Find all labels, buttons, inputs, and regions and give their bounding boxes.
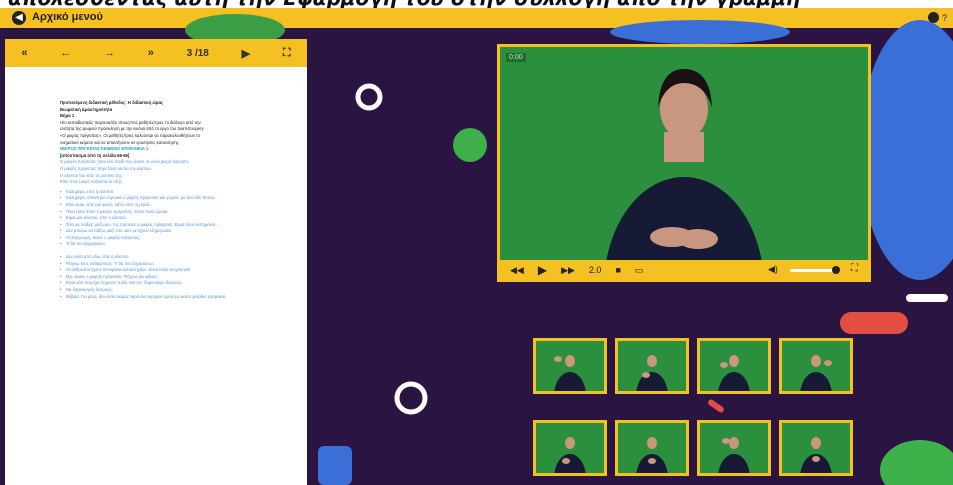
list-item: Ψάχνω τους ανθρώπους. Τι θα πει εξημερών… — [60, 261, 285, 268]
list-item: Όχι, έκανε ο μικρός πρίγκιπας. Ψάχνω για… — [60, 274, 285, 281]
video-thumbnail[interactable] — [779, 338, 853, 394]
deco-red-dash — [708, 399, 724, 413]
video-thumbnail[interactable] — [615, 338, 689, 394]
doc-step: Βήμα 1 — [60, 113, 75, 119]
doc-line: νοηματικό κείμενο και να απαντήσουν σε ε… — [60, 139, 180, 145]
video-thumbnail[interactable] — [615, 420, 689, 476]
list-item: Είναι κάτι που έχει ξεχαστεί πολύ. Θα πε… — [60, 280, 285, 287]
doc-heading: Βιωματική Δραστηριότητα — [60, 106, 113, 112]
captions-icon[interactable]: ▭ — [635, 265, 644, 276]
doc-line: ενότητα της ψωμιού πρόσκληση με την εικό… — [60, 126, 204, 132]
deco-white-bar — [906, 294, 948, 302]
list-item: Δεν είσαι από εδώ, είπε η αλεπού. — [60, 254, 285, 261]
fullscreen-icon[interactable]: ⛶ — [283, 47, 291, 60]
list-item: Οι άνθρωποι έχουν ντουφέκια και κυνηγάνε… — [60, 267, 285, 274]
play-icon[interactable]: ▶ — [538, 263, 547, 277]
deco-white-ring-top — [355, 83, 383, 111]
list-item: Δεν μπορώ να παίξω μαζί σου. Δεν με έχου… — [60, 228, 285, 235]
doc-line: Προτεινόμενη διδακτική μέθοδος: Η διδακτ… — [60, 100, 164, 105]
list-item: Εδώ είμαι, είπε μια φωνή, κάτω από τη μη… — [60, 202, 285, 209]
first-page-icon[interactable]: « — [21, 47, 27, 59]
video-timestamp: 0:00 — [506, 53, 526, 62]
fast-forward-icon[interactable]: ▶▶ — [561, 265, 575, 276]
deco-green-bottom — [880, 440, 953, 485]
deco-white-ring-bottom — [394, 381, 428, 415]
doc-line: Είπε στον μικρό πρίγκιπα τα εξής: — [60, 179, 123, 185]
video-thumbnail[interactable] — [697, 420, 771, 476]
video-thumbnail[interactable] — [779, 420, 853, 476]
doc-line: Ο μικρός πρίγκιπας ήταν ένα παιδί που ζο… — [60, 159, 190, 165]
deco-blue-top — [610, 20, 790, 44]
deco-blue-blob — [860, 20, 953, 280]
video-thumbnail[interactable] — [697, 338, 771, 394]
list-item: Καλημέρα, είπε η αλεπού. — [60, 189, 285, 196]
doc-line: Η αλεπού του είπε το μυστικό της. — [60, 172, 123, 178]
play-icon[interactable]: ▶ — [242, 47, 250, 60]
rewind-icon[interactable]: ◀◀ — [510, 265, 524, 276]
signer-figure — [606, 69, 762, 260]
volume-icon[interactable]: ◀) — [768, 264, 778, 275]
video-thumbnail[interactable] — [533, 420, 607, 476]
next-page-icon[interactable]: → — [104, 47, 115, 59]
list-item: Ποια είσαι; Είπε ο μικρός πρίγκιπας. Είσ… — [60, 209, 285, 216]
volume-slider-handle[interactable] — [832, 266, 840, 274]
doc-section-title: ΜΙΚΡΟΣ ΠΡΙΓΚΙΠΑΣ ΚΕΙΜΕΝΟ ΕΠΙΦΑΝΕΙΑ 1 — [60, 146, 149, 152]
video-screen[interactable] — [500, 47, 868, 260]
list-item: Έλα να παίξεις μαζί μου, της πρότεινε ο … — [60, 222, 285, 229]
deco-green-dot — [453, 128, 487, 162]
last-page-icon[interactable]: » — [148, 47, 154, 59]
doc-line: «Ο μικρός πρίγκιπας». Οι μαθητές/τριες κ… — [60, 132, 200, 138]
document-toolbar: « ← → » 3 /18 ▶ ⛶ — [5, 39, 307, 67]
doc-subtitle: [απόσπασμα από τη σελίδα 68-69] — [60, 152, 130, 158]
list-item: Καλημέρα, απάντησε ευγενικά ο μικρός πρί… — [60, 195, 285, 202]
playback-speed[interactable]: 2.0 — [589, 265, 602, 275]
video-fullscreen-icon[interactable]: ⛶ — [851, 263, 858, 274]
prev-page-icon[interactable]: ← — [60, 47, 71, 59]
volume-slider[interactable] — [790, 269, 838, 272]
doc-line: Ο μικρός πρίγκιπας πήγε ξανά να δει την … — [60, 165, 152, 171]
video-thumbnail[interactable] — [533, 338, 607, 394]
list-item: Είμαι μια αλεπού, είπε η αλεπού. — [60, 215, 285, 222]
doc-line: Η/ο εκπαιδευτικός παρουσιάζει στους/στις… — [60, 119, 201, 125]
document-content: Προτεινόμενη διδακτική μέθοδος: Η διδακτ… — [60, 100, 285, 300]
list-item: Τι θα πει εξημερώνω; — [60, 241, 285, 248]
list-item: Βέβαια. Για μένα, δεν είσαι ακόμα παρά έ… — [60, 294, 285, 301]
page-indicator: 3 /18 — [186, 47, 209, 59]
deco-red-pill — [840, 312, 908, 334]
list-item: Α! Συγγνώμη, έκανε ο μικρός πρίγκιπας. — [60, 235, 285, 242]
list-item: Να δημιουργείς δεσμούς; — [60, 287, 285, 294]
deco-blue-square — [318, 446, 352, 485]
camera-icon[interactable]: ■ — [615, 265, 620, 275]
